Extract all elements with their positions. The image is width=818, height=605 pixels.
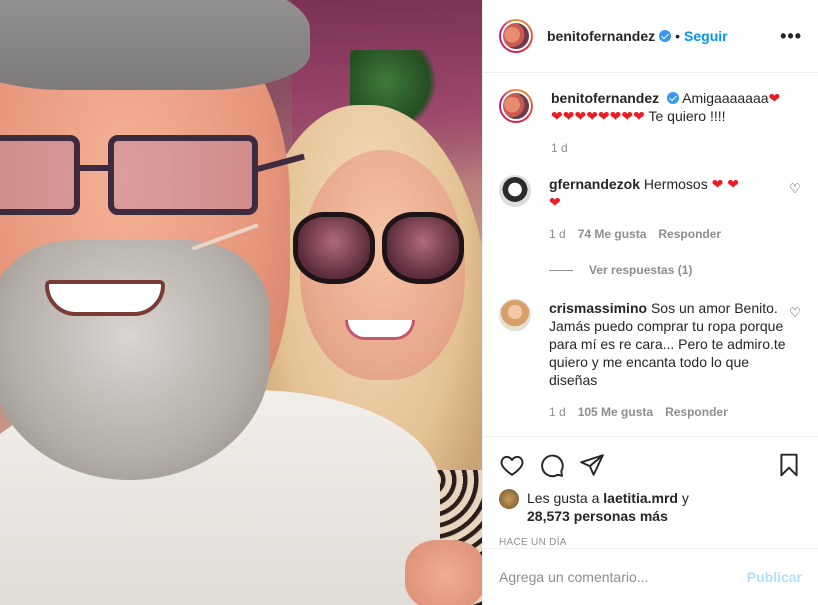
add-comment-bar: Publicar (483, 548, 818, 605)
posted-time[interactable]: HACE UN DÍA (499, 537, 802, 548)
bookmark-icon[interactable] (776, 452, 802, 478)
heart-emojis: ❤❤❤❤❤❤❤❤ (551, 108, 645, 124)
caption-text: Amigaaaaaaa (682, 90, 769, 106)
caption-meta: 1 d (551, 139, 802, 157)
verified-badge-icon (659, 30, 672, 42)
comment-body: gfernandezok Hermosos ❤ ❤ ❤ 1 d 74 Me gu… (549, 175, 788, 243)
view-replies-button[interactable]: Ver respuestas (1) (549, 263, 802, 277)
comment-icon[interactable] (539, 452, 565, 478)
man-hair (0, 0, 310, 90)
liker-username[interactable]: laetitia.mrd (603, 490, 678, 506)
post-header: benitofernandez • Seguir ••• (483, 0, 818, 73)
caption-avatar-image (501, 91, 531, 121)
caption-avatar[interactable] (499, 89, 533, 123)
caption-text-2: Te quiero !!!! (644, 108, 726, 124)
caption-username[interactable]: benitofernandez (551, 90, 659, 106)
comment-meta: 1 d 105 Me gusta Responder (549, 403, 788, 421)
heart-emojis: ❤ ❤ (711, 176, 739, 192)
liker-avatar[interactable] (499, 489, 519, 509)
hand (405, 540, 482, 605)
follow-button[interactable]: Seguir (684, 28, 728, 44)
woman-smile (345, 320, 415, 340)
verified-badge-icon (667, 92, 680, 104)
comment-likes[interactable]: 105 Me gusta (578, 403, 653, 421)
man-glasses-right (108, 135, 258, 215)
commenter-avatar[interactable] (499, 299, 531, 331)
author-avatar[interactable] (499, 19, 533, 53)
commenter-avatar[interactable] (499, 175, 531, 207)
heart-emoji: ❤ (549, 194, 561, 210)
comment-username[interactable]: gfernandezok (549, 176, 640, 192)
reply-button[interactable]: Responder (665, 403, 728, 421)
likes-prefix: Les gusta a (527, 490, 604, 506)
comment-like-heart-icon[interactable]: ♡ (788, 181, 802, 197)
woman-sunglasses-left (293, 212, 375, 284)
comment-meta: 1 d 74 Me gusta Responder (549, 225, 788, 243)
author-username[interactable]: benitofernandez (547, 28, 655, 44)
man-glasses-bridge (78, 165, 112, 171)
man-smile (45, 280, 165, 316)
comment-item: gfernandezok Hermosos ❤ ❤ ❤ 1 d 74 Me gu… (499, 175, 802, 243)
comment-item: crismassimino Sos un amor Benito. Jamás … (499, 299, 802, 421)
comment-like-heart-icon[interactable]: ♡ (788, 305, 802, 321)
paper-plane-icon[interactable] (579, 452, 605, 478)
post-actions: Les gusta a laetitia.mrd y 28,573 person… (483, 436, 818, 548)
likes-count[interactable]: 28,573 personas más (527, 508, 668, 524)
comments-list[interactable]: benitofernandez Amigaaaaaaa❤ ❤❤❤❤❤❤❤❤ Te… (483, 73, 818, 435)
man-glasses-left (0, 135, 80, 215)
separator-dot: • (675, 28, 681, 44)
heart-emoji: ❤ (768, 90, 781, 106)
likes-suffix: y (677, 490, 689, 506)
comment-time[interactable]: 1 d (549, 225, 566, 243)
comment-text: Hermosos (643, 176, 712, 192)
man-beard (0, 240, 270, 480)
caption-time[interactable]: 1 d (551, 139, 568, 157)
author-avatar-image (501, 21, 531, 51)
caption-body: benitofernandez Amigaaaaaaa❤ ❤❤❤❤❤❤❤❤ Te… (551, 89, 802, 157)
action-icons (499, 445, 802, 485)
comment-username[interactable]: crismassimino (549, 300, 647, 316)
woman-sunglasses-right (382, 212, 464, 284)
publish-button[interactable]: Publicar (747, 569, 802, 585)
likes-summary: Les gusta a laetitia.mrd y 28,573 person… (499, 489, 802, 525)
comment-likes[interactable]: 74 Me gusta (578, 225, 647, 243)
post-photo[interactable] (0, 0, 482, 605)
view-replies-label: Ver respuestas (1) (589, 263, 693, 277)
heart-outline-icon[interactable] (499, 452, 525, 478)
comment-body: crismassimino Sos un amor Benito. Jamás … (549, 299, 788, 421)
post-view: benitofernandez • Seguir ••• benitoferna… (0, 0, 818, 605)
comment-input[interactable] (499, 569, 747, 585)
post-side-panel: benitofernandez • Seguir ••• benitoferna… (482, 0, 818, 605)
reply-button[interactable]: Responder (658, 225, 721, 243)
caption: benitofernandez Amigaaaaaaa❤ ❤❤❤❤❤❤❤❤ Te… (499, 89, 802, 157)
likes-text: Les gusta a laetitia.mrd y 28,573 person… (527, 489, 689, 525)
comment-time[interactable]: 1 d (549, 403, 566, 421)
more-options-icon[interactable]: ••• (780, 26, 802, 47)
